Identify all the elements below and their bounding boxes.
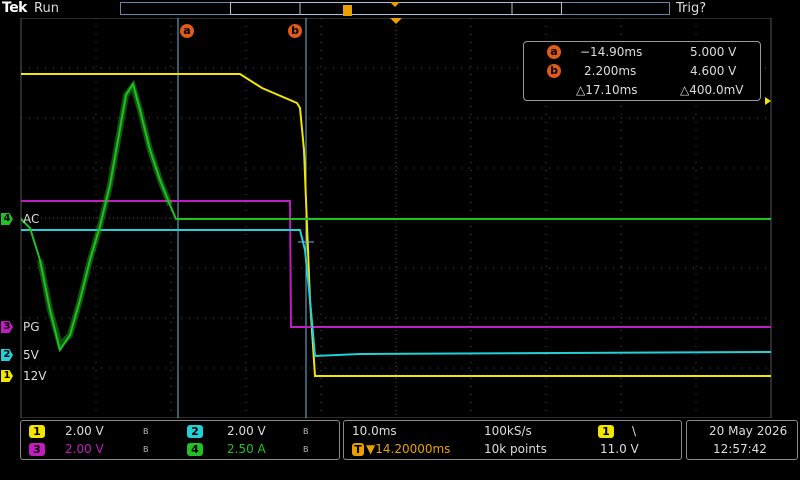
ch2-scale[interactable]: 2.00 V bbox=[227, 424, 266, 438]
ch1-label: 12V bbox=[23, 369, 47, 383]
cursor-b-voltage: 4.600 V bbox=[690, 64, 737, 78]
cursor-b-time: 2.200ms bbox=[584, 64, 637, 78]
ch4-badge[interactable]: 4 bbox=[187, 443, 203, 456]
time-display: 12:57:42 bbox=[713, 442, 767, 456]
channel-settings-panel[interactable]: 1 2.00 V B 2 2.00 V B 3 2.00 V B 4 2.50 … bbox=[20, 420, 340, 460]
trigger-level-marker-icon[interactable] bbox=[765, 97, 771, 105]
ch4-label: AC bbox=[23, 212, 40, 226]
cursor-b-badge[interactable]: b bbox=[288, 24, 302, 38]
ch1-bw-limit: B bbox=[143, 427, 149, 436]
ch4-waveform-noise bbox=[37, 79, 173, 351]
horizontal-scale[interactable]: 10.0ms bbox=[352, 424, 397, 438]
trigger-slope-icon[interactable]: \ bbox=[632, 424, 636, 438]
trigger-source-badge[interactable]: 1 bbox=[598, 425, 614, 438]
cursor-a-time: −14.90ms bbox=[580, 45, 643, 59]
ch1-badge[interactable]: 1 bbox=[29, 425, 45, 438]
cursor-a-voltage: 5.000 V bbox=[690, 45, 737, 59]
ch4-scale[interactable]: 2.50 A bbox=[227, 442, 266, 456]
cursor-a-badge[interactable]: a bbox=[180, 24, 194, 38]
ch2-badge[interactable]: 2 bbox=[187, 425, 203, 438]
ch3-scale[interactable]: 2.00 V bbox=[65, 442, 104, 456]
ch2-label: 5V bbox=[23, 348, 39, 362]
datetime-panel: 20 May 2026 12:57:42 bbox=[686, 420, 798, 460]
trigger-offset[interactable]: ▼14.20000ms bbox=[366, 442, 450, 456]
date-display: 20 May 2026 bbox=[709, 424, 788, 438]
trigger-position-marker-icon bbox=[390, 2, 400, 7]
ch1-scale[interactable]: 2.00 V bbox=[65, 424, 104, 438]
cursor-b-readout-badge: b bbox=[547, 64, 561, 78]
record-length: 10k points bbox=[484, 442, 547, 456]
cursor-a-readout-badge: a bbox=[547, 45, 561, 59]
bottom-info-bar: 1 2.00 V B 2 2.00 V B 3 2.00 V B 4 2.50 … bbox=[0, 418, 800, 480]
ch2-waveform bbox=[21, 229, 772, 358]
ch4-bw-limit: B bbox=[303, 445, 309, 454]
trigger-point-marker-icon bbox=[343, 5, 352, 16]
cursor-delta-time: △17.10ms bbox=[576, 83, 638, 97]
trigger-position-icon: T bbox=[352, 443, 364, 456]
trigger-status: Trig? bbox=[676, 1, 707, 16]
ch3-bw-limit: B bbox=[143, 445, 149, 454]
timebase-trigger-panel[interactable]: 10.0ms 100kS/s T ▼14.20000ms 10k points … bbox=[343, 420, 682, 460]
cursor-delta-voltage: △400.0mV bbox=[680, 83, 744, 97]
trigger-time-marker-icon[interactable] bbox=[390, 18, 402, 24]
ch3-label: PG bbox=[23, 320, 40, 334]
ch2-bw-limit: B bbox=[303, 427, 309, 436]
sample-rate: 100kS/s bbox=[484, 424, 532, 438]
ch3-badge[interactable]: 3 bbox=[29, 443, 45, 456]
status-bar: Tek Run Trig? bbox=[0, 0, 800, 18]
cursor-readout-panel[interactable]: a −14.90ms 5.000 V b 2.200ms 4.600 V △17… bbox=[523, 41, 761, 101]
trigger-level[interactable]: 11.0 V bbox=[600, 442, 639, 456]
